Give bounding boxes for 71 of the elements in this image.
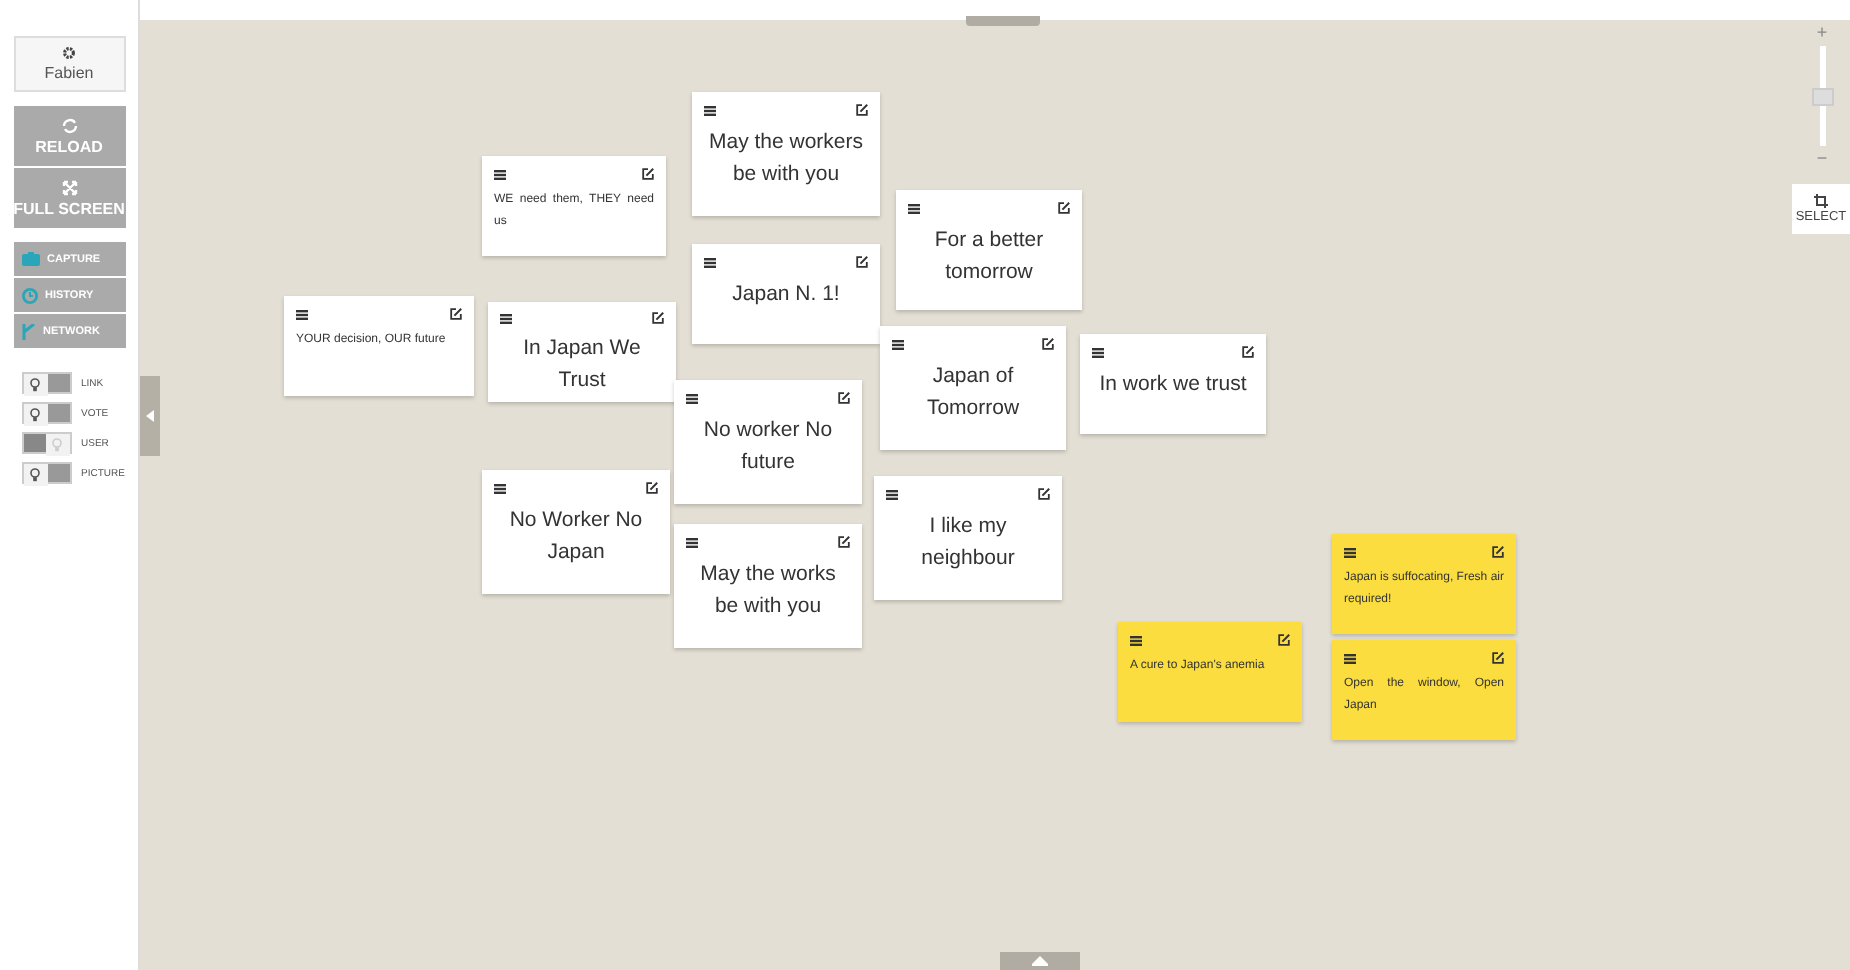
menu-icon[interactable] bbox=[1344, 653, 1356, 663]
menu-icon[interactable] bbox=[704, 105, 716, 115]
user-button[interactable]: Fabien bbox=[13, 36, 125, 92]
note-text: May the works be with you bbox=[698, 560, 838, 623]
edit-icon[interactable] bbox=[642, 168, 654, 180]
note-text: I like my neighbour bbox=[919, 512, 1017, 575]
sticky-note[interactable]: No worker No future bbox=[674, 380, 862, 504]
bulb-icon bbox=[30, 378, 40, 392]
menu-icon[interactable] bbox=[494, 483, 506, 493]
menu-icon[interactable] bbox=[500, 313, 512, 323]
camera-icon bbox=[21, 252, 39, 266]
crop-icon bbox=[1814, 194, 1828, 208]
bulb-icon bbox=[52, 438, 62, 452]
edit-icon[interactable] bbox=[450, 308, 462, 320]
bottom-panel-handle[interactable] bbox=[1000, 952, 1080, 970]
menu-icon[interactable] bbox=[1130, 635, 1142, 645]
edit-icon[interactable] bbox=[652, 312, 664, 324]
sticky-note[interactable]: Japan of Tomorrow bbox=[880, 326, 1066, 450]
edit-icon[interactable] bbox=[1278, 634, 1290, 646]
slider-thumb[interactable] bbox=[1811, 88, 1833, 106]
note-text: Japan N. 1! bbox=[730, 280, 842, 310]
edit-icon[interactable] bbox=[856, 104, 868, 116]
bulb-icon bbox=[30, 468, 40, 482]
reload-icon bbox=[61, 117, 77, 133]
note-text: No worker No future bbox=[701, 416, 835, 479]
edit-icon[interactable] bbox=[838, 392, 850, 404]
top-panel-handle[interactable] bbox=[966, 16, 1040, 26]
note-text: Japan of Tomorrow bbox=[924, 362, 1022, 425]
menu-icon[interactable] bbox=[704, 257, 716, 267]
sticky-note[interactable]: Japan N. 1! bbox=[692, 244, 880, 344]
edit-icon[interactable] bbox=[1492, 652, 1504, 664]
edit-icon[interactable] bbox=[838, 536, 850, 548]
sticky-note[interactable]: I like my neighbour bbox=[874, 476, 1062, 600]
menu-icon[interactable] bbox=[686, 537, 698, 547]
note-text: In Japan We Trust bbox=[521, 334, 643, 397]
menu-icon[interactable] bbox=[892, 339, 904, 349]
note-text: May the workers be with you bbox=[706, 128, 866, 191]
edit-icon[interactable] bbox=[1242, 346, 1254, 358]
edit-icon[interactable] bbox=[1038, 488, 1050, 500]
menu-icon[interactable] bbox=[908, 203, 920, 213]
clock-icon bbox=[21, 287, 37, 303]
network-icon bbox=[21, 323, 35, 339]
toggle-switch[interactable] bbox=[21, 432, 71, 454]
menu-icon[interactable] bbox=[886, 489, 898, 499]
note-text: No Worker No Japan bbox=[507, 506, 645, 569]
toggle-switch[interactable] bbox=[21, 372, 71, 394]
edit-icon[interactable] bbox=[1042, 338, 1054, 350]
edit-icon[interactable] bbox=[856, 256, 868, 268]
expand-icon bbox=[61, 179, 77, 195]
toggle-switch[interactable] bbox=[21, 462, 71, 484]
menu-icon[interactable] bbox=[296, 309, 308, 319]
sticky-note[interactable]: In Japan We Trust bbox=[488, 302, 676, 402]
sticky-note[interactable]: May the workers be with you bbox=[692, 92, 880, 216]
menu-icon[interactable] bbox=[1344, 547, 1356, 557]
edit-icon[interactable] bbox=[646, 482, 658, 494]
gear-icon bbox=[62, 46, 76, 60]
menu-icon[interactable] bbox=[686, 393, 698, 403]
note-text: In work we trust bbox=[1097, 370, 1249, 400]
edit-icon[interactable] bbox=[1058, 202, 1070, 214]
up-arrow-icon bbox=[1032, 956, 1048, 966]
sticky-note[interactable]: In work we trust bbox=[1080, 334, 1266, 434]
menu-icon[interactable] bbox=[494, 169, 506, 179]
sticky-note[interactable]: For a better tomorrow bbox=[896, 190, 1082, 310]
menu-icon[interactable] bbox=[1092, 347, 1104, 357]
toggle-switch[interactable] bbox=[21, 402, 71, 424]
left-arrow-icon bbox=[146, 410, 154, 422]
edit-icon[interactable] bbox=[1492, 546, 1504, 558]
note-text: For a better tomorrow bbox=[932, 226, 1046, 289]
sticky-note[interactable]: No Worker No Japan bbox=[482, 470, 670, 594]
bulb-icon bbox=[30, 408, 40, 422]
sticky-note[interactable]: May the works be with you bbox=[674, 524, 862, 648]
